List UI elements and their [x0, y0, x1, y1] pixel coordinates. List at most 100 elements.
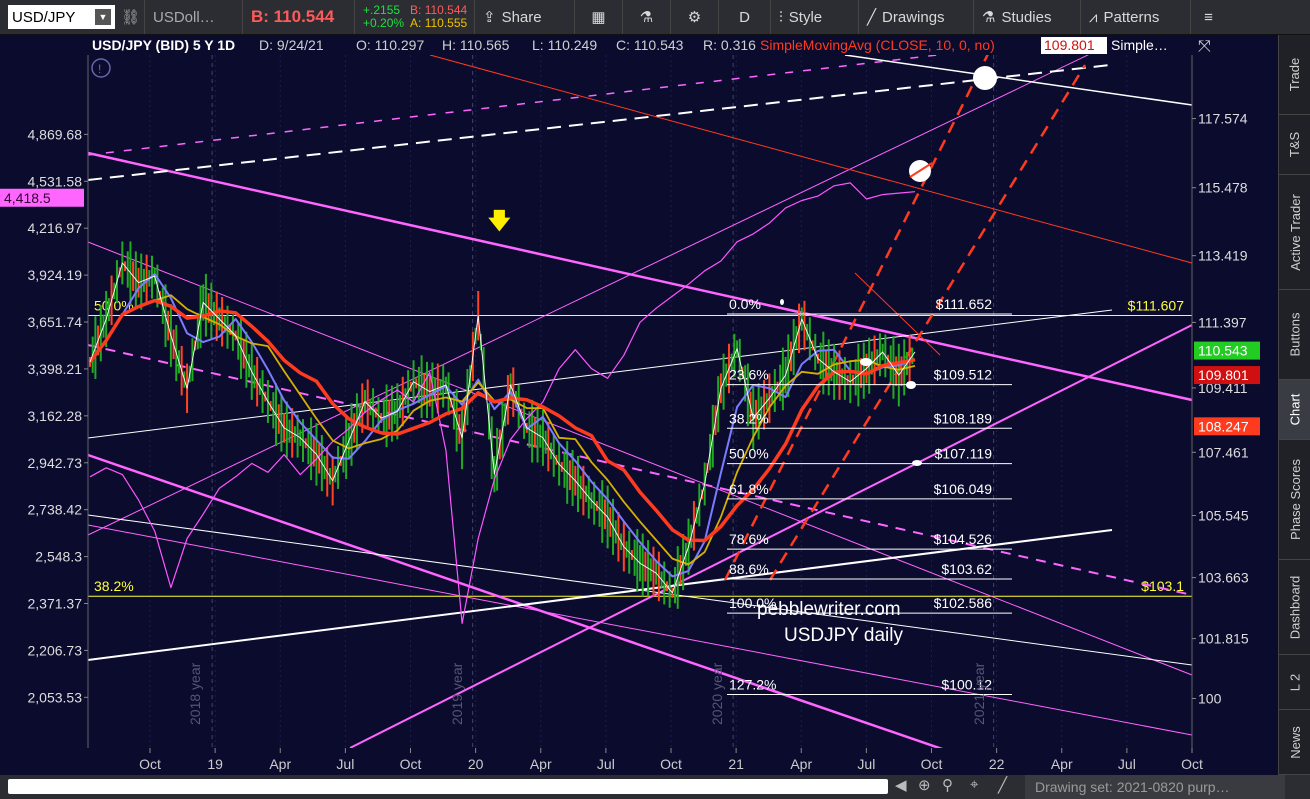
- scroll-left-icon[interactable]: ◀: [895, 776, 907, 794]
- x-tick-label: Jul: [597, 756, 615, 772]
- year-marker-2019: 2019 year: [449, 662, 465, 725]
- left-tick-label: 3,924.19: [28, 267, 83, 283]
- x-tick-label: Apr: [530, 756, 552, 772]
- dot-marker: [780, 299, 784, 305]
- date-label: D: 9/24/21: [259, 37, 324, 53]
- bottom-bar: ◀ ⊕ ⚲ ⌖ ╱ Drawing set: 2021-0820 purp…: [0, 775, 1310, 799]
- left-tick-label: 3,162.28: [28, 408, 83, 424]
- right-tick-label: 115.478: [1198, 180, 1248, 196]
- symbol-selector[interactable]: USD/JPY ▼ ⛓: [0, 0, 145, 34]
- chart-area[interactable]: 50.0% $111.607 38.2% $103.1 0.0% $111.652 23.…: [0, 4, 1278, 799]
- chevron-down-icon[interactable]: ▼: [94, 9, 111, 25]
- fib-level-label: 23.6%: [729, 367, 769, 383]
- trendline: [87, 241, 1193, 676]
- more-button[interactable]: ≡: [1191, 0, 1226, 34]
- left-tick-label: 2,371.37: [28, 596, 83, 612]
- tab-chart[interactable]: Chart: [1279, 380, 1310, 440]
- left-tick-label: 4,869.68: [28, 126, 83, 142]
- menu-icon: ≡: [1204, 8, 1213, 26]
- left-tick-label: 2,548.3: [35, 549, 82, 565]
- tab-label: Buttons: [1287, 312, 1303, 357]
- yellow-arrow-icon: 🡇: [488, 208, 511, 233]
- tab-trade[interactable]: Trade: [1279, 35, 1310, 115]
- fib-level-label: 78.6%: [729, 531, 769, 547]
- watermark-line-2: USDJPY daily: [784, 625, 903, 646]
- dot-marker: [912, 460, 922, 466]
- bid-price[interactable]: B: 110.544: [243, 0, 355, 34]
- fib-level-label: 61.8%: [729, 481, 769, 497]
- patterns-label: Patterns: [1103, 8, 1160, 26]
- crosshair-icon[interactable]: ⌖: [970, 776, 978, 793]
- right-side-panel: Trade T&S Active Trader Buttons Chart Ph…: [1278, 35, 1310, 775]
- high-label: H: 110.565: [442, 37, 510, 53]
- compare-symbol[interactable]: USDoll…: [145, 0, 243, 34]
- x-tick-label: Oct: [921, 756, 943, 772]
- fib-price-label: $102.586: [934, 595, 993, 611]
- lab-button[interactable]: ⚗: [623, 0, 671, 34]
- share-button[interactable]: ⇪ Share: [475, 0, 575, 34]
- share-label: Share: [501, 8, 542, 26]
- studies-button[interactable]: ⚗ Studies: [974, 0, 1081, 34]
- trendline: [429, 54, 1193, 264]
- collapse-icon[interactable]: ⤧: [1198, 38, 1211, 55]
- fib-level-label: 0.0%: [729, 296, 761, 312]
- period-button[interactable]: D: [719, 0, 771, 34]
- x-tick-label: Apr: [269, 756, 291, 772]
- right-tick-label: 101.815: [1198, 631, 1249, 647]
- fib-level-label: 88.6%: [729, 561, 769, 577]
- drawing-set-selector[interactable]: Drawing set: 2021-0820 purp…: [1025, 775, 1285, 799]
- fib-price-label: $111.652: [936, 296, 993, 312]
- right-tick-label: 113.419: [1198, 248, 1248, 264]
- tab-label: Phase Scores: [1287, 459, 1303, 540]
- x-tick-label: Apr: [1051, 756, 1073, 772]
- left-tick-label: 2,206.73: [28, 642, 83, 658]
- x-tick-label: Oct: [400, 756, 422, 772]
- tab-label: Dashboard: [1287, 575, 1303, 639]
- x-tick-label: 20: [468, 756, 484, 772]
- trendline: [87, 64, 1111, 181]
- link-icon[interactable]: ⛓: [121, 8, 140, 26]
- x-tick-label: Jul: [1118, 756, 1136, 772]
- x-tick-label: Oct: [139, 756, 161, 772]
- trendline: [87, 514, 1193, 666]
- low-label: L: 110.249: [532, 37, 597, 53]
- right-tick-label: 117.574: [1198, 111, 1248, 127]
- chart-canvas[interactable]: 50.0% $111.60738.2% $103.1 0.0% $111.65223.…: [0, 4, 1278, 799]
- instrument-label: USD/JPY (BID) 5 Y 1D: [92, 37, 235, 53]
- patterns-button[interactable]: ⩘ Patterns: [1081, 0, 1191, 34]
- tab-label: News: [1287, 725, 1303, 759]
- watermark-line-1: pebblewriter.com: [757, 599, 901, 620]
- settings-button[interactable]: ⚙: [671, 0, 719, 34]
- tab-active-trader[interactable]: Active Trader: [1279, 175, 1310, 290]
- range-label: R: 0.316: [703, 37, 756, 53]
- tab-buttons[interactable]: Buttons: [1279, 290, 1310, 380]
- x-tick-label: Oct: [1181, 756, 1203, 772]
- symbol-text: USD/JPY: [12, 8, 76, 26]
- zoom-reset-icon[interactable]: ⊕: [918, 776, 931, 794]
- tab-news[interactable]: News: [1279, 710, 1310, 775]
- tab-level2[interactable]: L 2: [1279, 655, 1310, 710]
- tab-label: Trade: [1287, 57, 1303, 92]
- drawings-button[interactable]: ╱ Drawings: [859, 0, 974, 34]
- style-button[interactable]: ⫶ Style: [771, 0, 859, 34]
- x-tick-label: Jul: [857, 756, 875, 772]
- x-tick-label: Apr: [790, 756, 812, 772]
- tab-time-and-sales[interactable]: T&S: [1279, 115, 1310, 175]
- study-label: SimpleMovingAvg (CLOSE, 10, 0, no): [760, 37, 995, 53]
- drawing-line-icon[interactable]: ╱: [998, 776, 1007, 794]
- study2-label: Simple…: [1111, 37, 1168, 53]
- right-tick-label: 100: [1198, 691, 1222, 707]
- grid-layout-button[interactable]: ▦: [575, 0, 623, 34]
- dot-marker: [860, 358, 872, 366]
- x-tick-label: Oct: [660, 756, 682, 772]
- fib-price-label: $109.512: [934, 367, 993, 383]
- right-tick-label: 105.545: [1198, 508, 1249, 524]
- tab-dashboard[interactable]: Dashboard: [1279, 560, 1310, 655]
- right-price-tag-label: 109.801: [1198, 367, 1249, 383]
- x-tick-label: Jul: [336, 756, 354, 772]
- gear-icon: ⚙: [687, 9, 702, 26]
- year-marker-2018: 2018 year: [187, 662, 203, 725]
- tab-phase-scores[interactable]: Phase Scores: [1279, 440, 1310, 560]
- time-scrollbar[interactable]: [8, 779, 888, 794]
- zoom-icon[interactable]: ⚲: [942, 776, 953, 794]
